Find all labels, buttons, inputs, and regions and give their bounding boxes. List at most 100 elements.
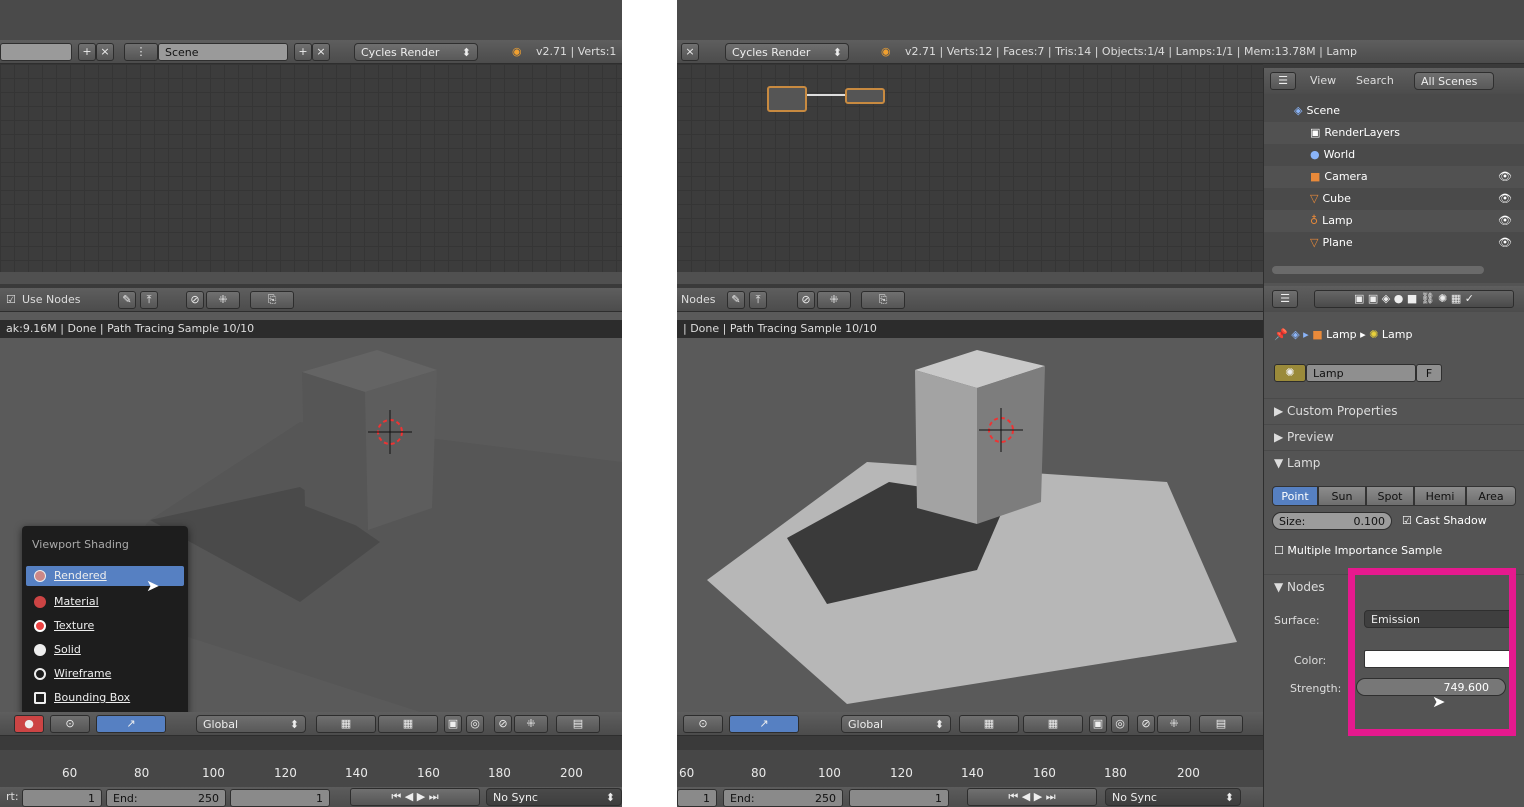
pivot-icon[interactable]: ⊙ [683,715,723,733]
lock-icon[interactable]: ▣ [1089,715,1107,733]
menu-item-rendered[interactable]: Rendered [26,566,184,586]
timeline[interactable]: 60 80 100 120 140 160 180 200 [677,750,1263,788]
orientation-dropdown[interactable]: Global ⬍ [841,715,951,733]
node-box[interactable] [767,86,807,112]
manipulator-icon[interactable]: ↗ [96,715,166,733]
section-preview[interactable]: ▶ Preview [1264,424,1524,448]
snap-type-icon[interactable]: ⁜ [1157,715,1191,733]
lamp-type-spot[interactable]: Spot [1366,486,1414,506]
context-tabs-icon[interactable]: ▣ ▣ ◈ ● ■ ⛓ ✺ ▦ ✓ [1314,290,1514,308]
outliner-item-scene[interactable]: ◈ Scene [1264,100,1524,122]
snap-icon[interactable]: ⊘ [494,715,512,733]
pivot-icon[interactable]: ⊙ [50,715,90,733]
lamp-type-point[interactable]: Point [1272,486,1318,506]
cast-shadow-checkbox[interactable]: ☑ Cast Shadow [1402,512,1487,530]
fake-user-button[interactable]: F [1416,364,1442,382]
start-frame-field[interactable]: 1 [22,789,102,807]
snap-icon[interactable]: ⊘ [186,291,204,309]
add-scene-icon[interactable]: + [294,43,312,61]
visibility-icon[interactable]: 👁 [1498,166,1512,188]
render-icon[interactable]: ▤ [556,715,600,733]
node-tool-icon[interactable]: ✎ [727,291,745,309]
current-frame-field[interactable]: 1 [849,789,949,807]
outliner-view-menu[interactable]: View [1310,69,1336,93]
visibility-icon[interactable]: 👁 [1498,232,1512,254]
menu-item-bounding-box[interactable]: Bounding Box [26,688,184,708]
end-frame-field[interactable]: End: 250 [723,789,843,807]
remove-scene-icon[interactable]: × [312,43,330,61]
lamp-data-selector-icon[interactable]: ✺ [1274,364,1306,382]
lamp-name-field[interactable]: Lamp [1306,364,1416,382]
lamp-type-sun[interactable]: Sun [1318,486,1366,506]
pin-icon[interactable]: 📌 [1274,328,1288,341]
parent-node-icon[interactable]: ⤒ [749,291,767,309]
screen-layout-field[interactable] [0,43,72,61]
lock-icon[interactable]: ▣ [444,715,462,733]
playback-controls-icon[interactable]: ⏮ ◀ ▶ ⏭ [350,788,480,806]
editor-type-icon[interactable]: ☰ [1270,72,1296,90]
node-editor[interactable] [0,64,622,272]
outliner-item-renderlayers[interactable]: ▣ RenderLayers [1264,122,1524,144]
shading-mode-icon[interactable]: ● [14,715,44,733]
section-custom-properties[interactable]: ▶ Custom Properties [1264,398,1524,422]
section-lamp[interactable]: ▼ Lamp [1264,450,1524,474]
outliner-item-lamp[interactable]: ♁ Lamp 👁 [1264,210,1524,232]
node-tool-icon[interactable]: ✎ [118,291,136,309]
layers-grid-icon[interactable]: ▦ [959,715,1019,733]
render-engine-dropdown[interactable]: Cycles Render ⬍ [725,43,849,61]
proportional-icon[interactable]: ◎ [466,715,484,733]
snap-icon[interactable]: ⊘ [1137,715,1155,733]
outliner-search-menu[interactable]: Search [1356,69,1394,93]
remove-screen-icon[interactable]: × [96,43,114,61]
lamp-type-hemi[interactable]: Hemi [1414,486,1466,506]
node-editor-scrollbar[interactable] [0,272,622,284]
snap-icon[interactable]: ⊘ [797,291,815,309]
menu-item-texture[interactable]: Texture [26,616,184,636]
timeline[interactable]: 60 80 100 120 140 160 180 200 [0,750,622,788]
orientation-dropdown[interactable]: Global ⬍ [196,715,306,733]
visibility-icon[interactable]: 👁 [1498,210,1512,232]
copy-paste-icon[interactable]: ⎘ [250,291,294,309]
outliner-item-cube[interactable]: ▽ Cube 👁 [1264,188,1524,210]
manipulator-icon[interactable]: ↗ [729,715,799,733]
render-engine-dropdown[interactable]: Cycles Render ⬍ [354,43,478,61]
outliner-item-plane[interactable]: ▽ Plane 👁 [1264,232,1524,254]
proportional-icon[interactable]: ◎ [1111,715,1129,733]
menu-item-wireframe[interactable]: Wireframe [26,664,184,684]
end-frame-field[interactable]: End: 250 [106,789,226,807]
remove-scene-icon[interactable]: × [681,43,699,61]
render-icon[interactable]: ▤ [1199,715,1243,733]
mis-checkbox[interactable]: ☐ Multiple Importance Sample [1274,542,1442,560]
start-frame-field[interactable]: 1 [677,789,717,807]
size-field[interactable]: Size: 0.100 [1272,512,1392,530]
checkbox-icon[interactable]: ☑ [6,288,16,312]
node-editor[interactable] [677,64,1263,272]
playback-controls-icon[interactable]: ⏮ ◀ ▶ ⏭ [967,788,1097,806]
visibility-icon[interactable]: 👁 [1498,188,1512,210]
add-screen-icon[interactable]: + [78,43,96,61]
menu-item-material[interactable]: Material [26,592,184,612]
sync-dropdown[interactable]: No Sync ⬍ [486,788,622,806]
lamp-type-area[interactable]: Area [1466,486,1516,506]
outliner-scrollbar[interactable] [1272,266,1484,274]
3d-viewport[interactable]: | Done | Path Tracing Sample 10/10 [677,312,1263,712]
3d-viewport[interactable]: ak:9.16M | Done | Path Tracing Sample 10… [0,312,622,712]
copy-paste-icon[interactable]: ⎘ [861,291,905,309]
editor-type-icon[interactable]: ☰ [1272,290,1298,308]
scene-selector-icon[interactable]: ⋮ [124,43,158,61]
node-editor-scrollbar[interactable] [677,272,1263,284]
parent-node-icon[interactable]: ⤒ [140,291,158,309]
layers-grid-icon[interactable]: ▦ [316,715,376,733]
menu-item-solid[interactable]: Solid [26,640,184,660]
snap-type-icon[interactable]: ⁜ [206,291,240,309]
sync-dropdown[interactable]: No Sync ⬍ [1105,788,1241,806]
snap-type-icon[interactable]: ⁜ [817,291,851,309]
outliner-item-world[interactable]: ● World [1264,144,1524,166]
layers-grid-icon[interactable]: ▦ [378,715,438,733]
layers-grid-icon[interactable]: ▦ [1023,715,1083,733]
outliner-item-camera[interactable]: ■ Camera 👁 [1264,166,1524,188]
snap-type-icon[interactable]: ⁜ [514,715,548,733]
scene-name-field[interactable]: Scene [158,43,288,61]
outliner-filter-dropdown[interactable]: All Scenes [1414,72,1494,90]
node-box[interactable] [845,88,885,104]
